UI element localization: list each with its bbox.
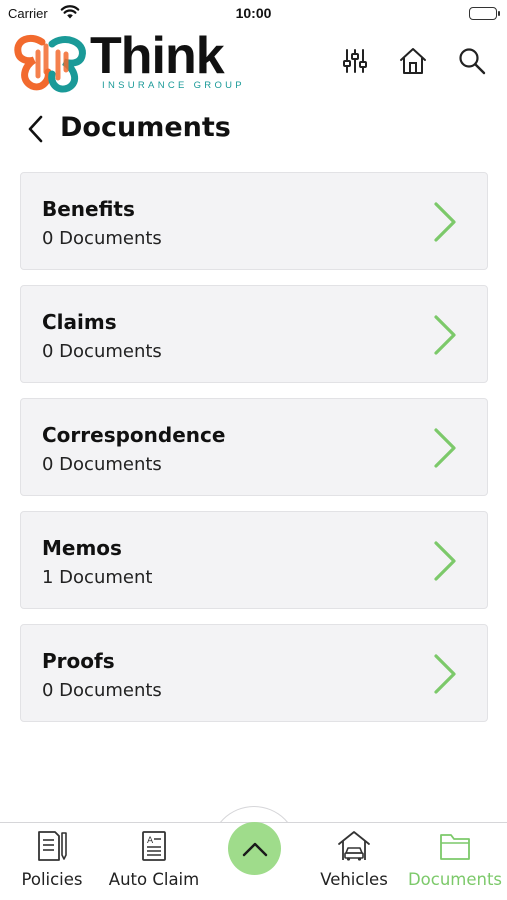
back-button[interactable] — [22, 114, 48, 144]
category-name: Claims — [42, 310, 117, 334]
category-name: Memos — [42, 536, 122, 560]
folder-icon — [440, 834, 470, 860]
category-count: 0 Documents — [42, 454, 162, 475]
search-button[interactable] — [456, 44, 488, 78]
home-button[interactable] — [397, 44, 429, 78]
tab-auto-claim[interactable]: A Auto Claim — [104, 823, 204, 900]
status-time: 10:00 — [235, 5, 272, 21]
chevron-right-icon — [434, 315, 456, 355]
svg-text:A: A — [147, 836, 154, 846]
chevron-left-icon — [28, 115, 43, 143]
policy-document-icon — [38, 831, 67, 861]
category-card-proofs[interactable]: Proofs 0 Documents — [20, 624, 488, 722]
tab-label: Documents — [407, 870, 503, 889]
tab-label: Policies — [21, 870, 83, 889]
category-count: 0 Documents — [42, 228, 162, 249]
category-name: Benefits — [42, 197, 135, 221]
logo-subtitle: INSURANCE GROUP — [102, 80, 245, 91]
document-category-list: Benefits 0 Documents Claims 0 Documents … — [20, 172, 488, 737]
logo: Think INSURANCE GROUP — [12, 27, 252, 96]
page-title: Documents — [60, 112, 231, 143]
logo-mark-icon — [14, 34, 86, 93]
expand-menu-button[interactable] — [228, 822, 281, 875]
tab-documents[interactable]: Documents — [404, 823, 506, 900]
chevron-right-icon — [434, 428, 456, 468]
logo-wordmark: Think — [90, 27, 225, 85]
chevron-right-icon — [434, 202, 456, 242]
chevron-right-icon — [434, 654, 456, 694]
tab-policies[interactable]: Policies — [10, 823, 94, 900]
tab-vehicles[interactable]: Vehicles — [312, 823, 396, 900]
category-name: Correspondence — [42, 423, 226, 447]
garage-car-icon — [338, 831, 370, 861]
status-bar: Carrier 10:00 — [0, 0, 507, 28]
chevron-up-icon — [242, 842, 267, 856]
search-icon — [459, 48, 486, 75]
category-card-claims[interactable]: Claims 0 Documents — [20, 285, 488, 383]
category-count: 0 Documents — [42, 341, 162, 362]
filter-button[interactable] — [339, 44, 371, 78]
category-count: 0 Documents — [42, 680, 162, 701]
filter-sliders-icon — [343, 49, 367, 73]
title-row: Documents — [0, 106, 507, 152]
category-card-memos[interactable]: Memos 1 Document — [20, 511, 488, 609]
tab-label: Vehicles — [320, 870, 388, 889]
category-name: Proofs — [42, 649, 115, 673]
chevron-right-icon — [434, 541, 456, 581]
category-count: 1 Document — [42, 567, 153, 588]
app-header: Think INSURANCE GROUP — [0, 27, 507, 100]
claim-form-icon: A — [142, 831, 166, 861]
home-icon — [400, 48, 426, 74]
category-card-correspondence[interactable]: Correspondence 0 Documents — [20, 398, 488, 496]
category-card-benefits[interactable]: Benefits 0 Documents — [20, 172, 488, 270]
tab-label: Auto Claim — [108, 870, 200, 889]
battery-icon — [469, 7, 500, 20]
